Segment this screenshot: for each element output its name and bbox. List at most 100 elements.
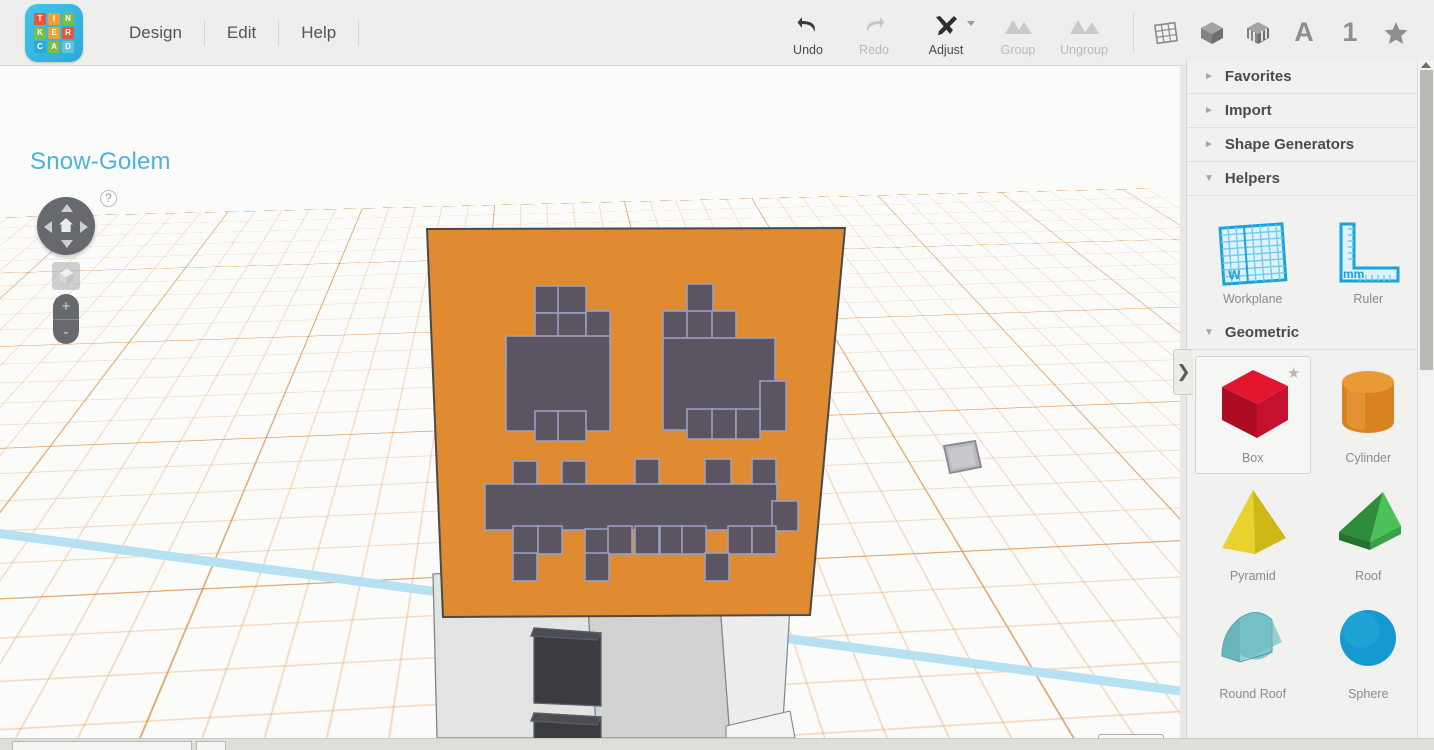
shape-workplane-label: Workplane — [1222, 292, 1283, 306]
text-shape-icon[interactable]: A — [1288, 16, 1320, 50]
zoom-in-button[interactable]: + — [53, 294, 79, 319]
shape-round-roof-label: Round Roof — [1219, 687, 1287, 701]
group-button[interactable]: Group — [985, 9, 1051, 57]
logo-letter-grid: T I N K E R C A D — [34, 12, 74, 53]
geometric-shapes-grid: ★ Box Cylinder Pyramid Roof Round Roof S… — [1187, 350, 1434, 710]
nav-down-arrow-icon[interactable] — [61, 240, 73, 248]
ungroup-label: Ungroup — [1060, 42, 1108, 57]
workplane-grid — [0, 188, 1180, 738]
tinkercad-logo[interactable]: T I N K E R C A D — [25, 3, 83, 62]
redo-icon — [862, 13, 886, 39]
pyramid-shape-art — [1196, 475, 1310, 569]
shape-ruler[interactable]: mm Ruler — [1311, 204, 1427, 312]
logo-letter-e: E — [48, 26, 60, 39]
shape-workplane[interactable]: W Workplane — [1195, 204, 1311, 312]
logo-letter-r: R — [62, 26, 74, 39]
chevron-down-icon: ▼ — [1204, 327, 1214, 338]
chevron-right-icon: ► — [1204, 105, 1214, 116]
logo-letter-c: C — [34, 40, 46, 53]
section-shape-generators[interactable]: ► Shape Generators — [1187, 128, 1434, 162]
shape-cylinder-label: Cylinder — [1345, 451, 1392, 465]
sphere-shape-art — [1312, 593, 1426, 687]
section-shape-generators-label: Shape Generators — [1224, 136, 1355, 153]
status-bar-field[interactable] — [12, 741, 192, 750]
menu-divider — [358, 19, 360, 46]
view-navigation-pad[interactable] — [37, 197, 95, 255]
top-toolbar: T I N K E R C A D Design Edit Help Undo … — [0, 0, 1434, 66]
section-geometric-label: Geometric — [1224, 324, 1300, 341]
shape-sphere[interactable]: Sphere — [1311, 592, 1427, 710]
adjust-button[interactable]: Adjust — [907, 9, 985, 57]
group-icon — [1003, 13, 1033, 39]
adjust-icon — [933, 13, 959, 39]
svg-text:W: W — [1228, 267, 1242, 283]
menu-item-help[interactable]: Help — [279, 0, 358, 66]
shape-roof-label: Roof — [1355, 569, 1382, 583]
redo-label: Redo — [859, 42, 889, 57]
favorite-star-icon[interactable]: ★ — [1287, 364, 1300, 382]
panel-scrollbar[interactable] — [1417, 60, 1434, 750]
section-helpers[interactable]: ▼ Helpers — [1187, 162, 1434, 196]
section-helpers-label: Helpers — [1224, 170, 1280, 187]
ungroup-icon — [1069, 13, 1099, 39]
number-shape-icon[interactable]: 1 — [1334, 16, 1366, 50]
edit-tools: Undo Redo Adjust Group Ungroup A 1 — [775, 9, 1434, 57]
nav-right-arrow-icon[interactable] — [80, 221, 88, 233]
section-import[interactable]: ► Import — [1187, 94, 1434, 128]
shapes-panel: ► Favorites ► Import ► Shape Generators … — [1186, 60, 1434, 750]
solid-cube-icon[interactable] — [1196, 16, 1228, 50]
undo-icon — [796, 13, 820, 39]
undo-label: Undo — [793, 42, 823, 57]
shape-box[interactable]: ★ Box — [1195, 356, 1311, 474]
grid-major-lines — [0, 188, 1180, 738]
shape-cylinder[interactable]: Cylinder — [1311, 356, 1427, 474]
scroll-up-arrow-icon[interactable] — [1421, 62, 1431, 68]
toolbar-divider — [1133, 12, 1134, 53]
zoom-controls[interactable]: + - — [53, 294, 79, 344]
favorites-star-icon[interactable] — [1380, 16, 1412, 50]
shape-box-label: Box — [1241, 451, 1264, 465]
section-favorites-label: Favorites — [1224, 68, 1292, 85]
logo-letter-d: D — [62, 40, 74, 53]
3d-workplane-canvas[interactable]: Snow-Golem ? + - Edit grid Snap — [0, 66, 1180, 738]
fit-view-cube-button[interactable] — [52, 262, 80, 290]
group-label: Group — [1000, 42, 1036, 57]
section-geometric[interactable]: ▼ Geometric — [1187, 316, 1434, 350]
cylinder-shape-art — [1312, 357, 1426, 451]
logo-letter-t: T — [34, 12, 46, 25]
shape-roof[interactable]: Roof — [1311, 474, 1427, 592]
chevron-down-icon: ▼ — [1204, 173, 1214, 184]
menu-item-edit[interactable]: Edit — [205, 0, 278, 66]
logo-letter-i: I — [48, 12, 60, 25]
zoom-out-button[interactable]: - — [53, 320, 79, 345]
nav-up-arrow-icon[interactable] — [61, 204, 73, 212]
help-button[interactable]: ? — [100, 190, 117, 207]
scrollbar-thumb[interactable] — [1420, 70, 1433, 370]
shape-pyramid[interactable]: Pyramid — [1195, 474, 1311, 592]
chevron-down-icon[interactable] — [967, 20, 975, 26]
helpers-grid: W Workplane mm Ruler — [1187, 196, 1434, 316]
nav-left-arrow-icon[interactable] — [44, 221, 52, 233]
undo-button[interactable]: Undo — [775, 9, 841, 57]
status-bar-field-secondary[interactable] — [196, 741, 226, 750]
ungroup-button[interactable]: Ungroup — [1051, 9, 1117, 57]
striped-cube-icon[interactable] — [1242, 16, 1274, 50]
tinkercad-app: T I N K E R C A D Design Edit Help Undo … — [0, 0, 1434, 750]
chevron-right-icon: ► — [1204, 139, 1214, 150]
main-menu: Design Edit Help — [107, 0, 360, 66]
cube-icon — [59, 268, 73, 284]
chevron-right-icon: ► — [1204, 71, 1214, 82]
section-favorites[interactable]: ► Favorites — [1187, 60, 1434, 94]
shape-view-icons: A 1 — [1150, 16, 1412, 50]
round-roof-shape-art — [1196, 593, 1310, 687]
status-bar — [0, 738, 1434, 750]
logo-letter-n: N — [62, 12, 74, 25]
home-view-icon[interactable] — [58, 217, 74, 233]
shape-round-roof[interactable]: Round Roof — [1195, 592, 1311, 710]
roof-shape-art — [1312, 475, 1426, 569]
panel-collapse-button[interactable]: ❯ — [1173, 349, 1193, 395]
menu-item-design[interactable]: Design — [107, 0, 204, 66]
redo-button[interactable]: Redo — [841, 9, 907, 57]
workplane-grid-icon[interactable] — [1150, 16, 1182, 50]
project-title[interactable]: Snow-Golem — [30, 148, 171, 176]
